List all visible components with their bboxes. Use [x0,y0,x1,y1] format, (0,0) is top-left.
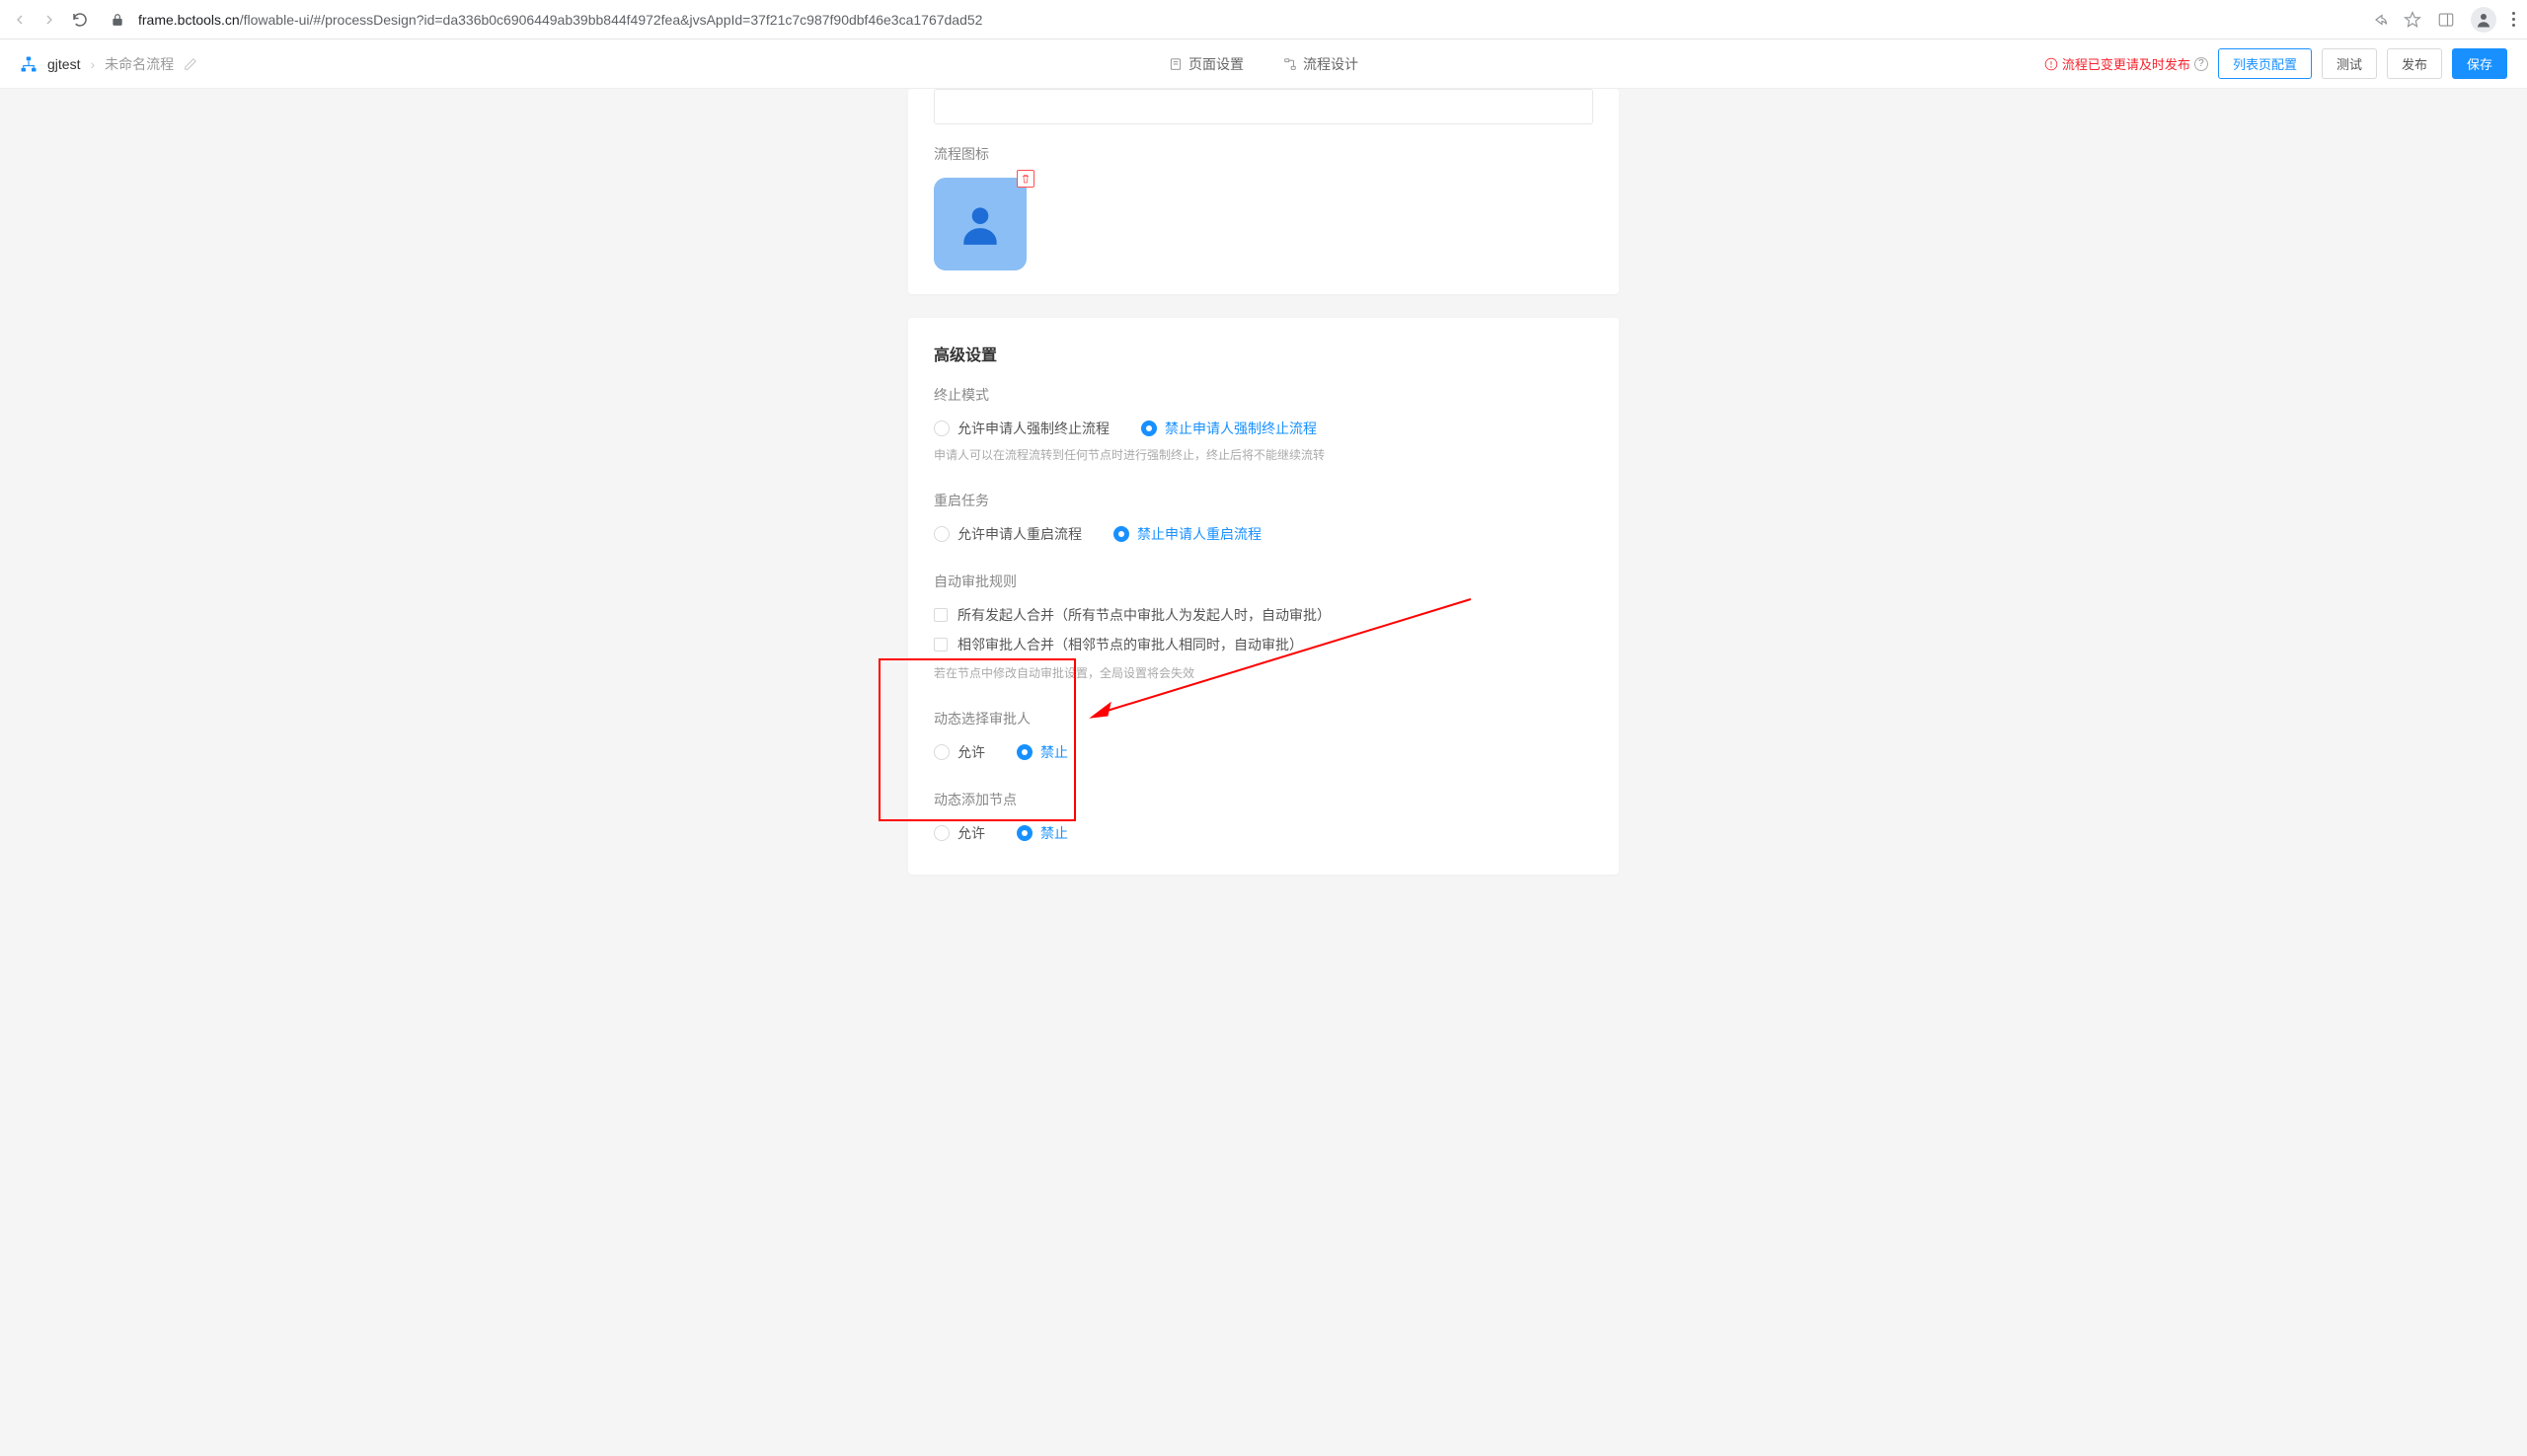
breadcrumb: gjtest › 未命名流程 [20,54,197,74]
delete-icon-button[interactable] [1017,170,1034,188]
merge-adjacent-checkbox[interactable]: 相邻审批人合并（相邻节点的审批人相同时，自动审批） [934,635,1593,654]
restart-forbid-radio[interactable]: 禁止申请人重启流程 [1113,524,1262,544]
dynamic-node-forbid-label: 禁止 [1040,823,1068,843]
breadcrumb-root[interactable]: gjtest [47,56,80,72]
restart-forbid-label: 禁止申请人重启流程 [1137,524,1262,544]
breadcrumb-current: 未命名流程 [105,54,174,74]
panel-icon[interactable] [2437,11,2455,29]
dynamic-node-forbid-radio[interactable]: 禁止 [1017,823,1068,843]
tab-page-settings[interactable]: 页面设置 [1169,54,1244,74]
terminate-radio-group: 允许申请人强制终止流程 禁止申请人强制终止流程 [934,419,1593,438]
list-config-button[interactable]: 列表页配置 [2218,48,2312,79]
forward-button[interactable] [41,12,57,28]
url-domain: frame.bctools.cn [138,12,240,28]
dynamic-approver-label: 动态选择审批人 [934,709,1593,728]
icon-label: 流程图标 [934,144,1593,164]
terminate-allow-label: 允许申请人强制终止流程 [957,419,1110,438]
star-icon[interactable] [2404,11,2421,29]
terminate-forbid-radio[interactable]: 禁止申请人强制终止流程 [1141,419,1317,438]
auto-approve-help: 若在节点中修改自动审批设置，全局设置将会失效 [934,664,1593,681]
tab-process-design[interactable]: 流程设计 [1283,54,1358,74]
advanced-settings-card: 高级设置 终止模式 允许申请人强制终止流程 禁止申请人强制终止流程 申请人可以在… [908,318,1619,875]
lock-icon [111,13,124,27]
dynamic-approver-radio-group: 允许 禁止 [934,742,1593,762]
dynamic-approver-forbid-radio[interactable]: 禁止 [1017,742,1068,762]
restart-label: 重启任务 [934,491,1593,510]
header-tabs: 页面设置 流程设计 [1169,54,1358,74]
page-body: 流程图标 高级设置 终止模式 允许申请人强制终止流程 禁止申请人强制终止流程 申… [0,89,2527,1456]
dynamic-approver-forbid-label: 禁止 [1040,742,1068,762]
test-button[interactable]: 测试 [2322,48,2377,79]
header-actions: 流程已变更请及时发布 ? 列表页配置 测试 发布 保存 [2044,48,2507,79]
merge-initiator-checkbox[interactable]: 所有发起人合并（所有节点中审批人为发起人时，自动审批） [934,605,1593,625]
basic-card: 流程图标 [908,89,1619,294]
page-icon [1169,57,1183,71]
restart-radio-group: 允许申请人重启流程 禁止申请人重启流程 [934,524,1593,544]
input-field[interactable] [934,89,1593,124]
publish-button[interactable]: 发布 [2387,48,2442,79]
tab-process-label: 流程设计 [1303,54,1358,74]
restart-allow-radio[interactable]: 允许申请人重启流程 [934,524,1082,544]
back-button[interactable] [12,12,28,28]
profile-avatar[interactable] [2471,7,2496,33]
tab-page-label: 页面设置 [1188,54,1244,74]
status-text: 流程已变更请及时发布 [2062,54,2190,73]
auto-approve-label: 自动审批规则 [934,572,1593,591]
dynamic-approver-allow-label: 允许 [957,742,985,762]
hierarchy-icon [20,55,38,73]
terminate-allow-radio[interactable]: 允许申请人强制终止流程 [934,419,1110,438]
reload-button[interactable] [71,11,89,29]
dynamic-node-allow-radio[interactable]: 允许 [934,823,985,843]
terminate-label: 终止模式 [934,385,1593,405]
breadcrumb-separator: › [90,56,95,72]
share-icon[interactable] [2370,11,2388,29]
process-icon [1283,57,1297,71]
dynamic-node-label: 动态添加节点 [934,790,1593,809]
advanced-title: 高级设置 [934,342,1593,365]
status-warning: 流程已变更请及时发布 ? [2044,54,2208,73]
terminate-forbid-label: 禁止申请人强制终止流程 [1165,419,1317,438]
terminate-help: 申请人可以在流程流转到任何节点时进行强制终止，终止后将不能继续流转 [934,446,1593,463]
merge-initiator-label: 所有发起人合并（所有节点中审批人为发起人时，自动审批） [957,605,1331,625]
app-header: gjtest › 未命名流程 页面设置 流程设计 流程已变更请及时发布 ? 列表… [0,39,2527,89]
help-icon[interactable]: ? [2194,57,2208,71]
menu-dots[interactable] [2512,12,2515,27]
save-button[interactable]: 保存 [2452,48,2507,79]
dynamic-approver-allow-radio[interactable]: 允许 [934,742,985,762]
browser-toolbar: frame.bctools.cn/flowable-ui/#/processDe… [0,0,2527,39]
merge-adjacent-label: 相邻审批人合并（相邻节点的审批人相同时，自动审批） [957,635,1303,654]
url-path: /flowable-ui/#/processDesign?id=da336b0c… [240,12,983,28]
dynamic-node-radio-group: 允许 禁止 [934,823,1593,843]
dynamic-node-allow-label: 允许 [957,823,985,843]
address-bar[interactable]: frame.bctools.cn/flowable-ui/#/processDe… [138,12,2356,28]
process-icon-preview[interactable] [934,178,1027,270]
restart-allow-label: 允许申请人重启流程 [957,524,1082,544]
edit-icon[interactable] [184,57,197,71]
